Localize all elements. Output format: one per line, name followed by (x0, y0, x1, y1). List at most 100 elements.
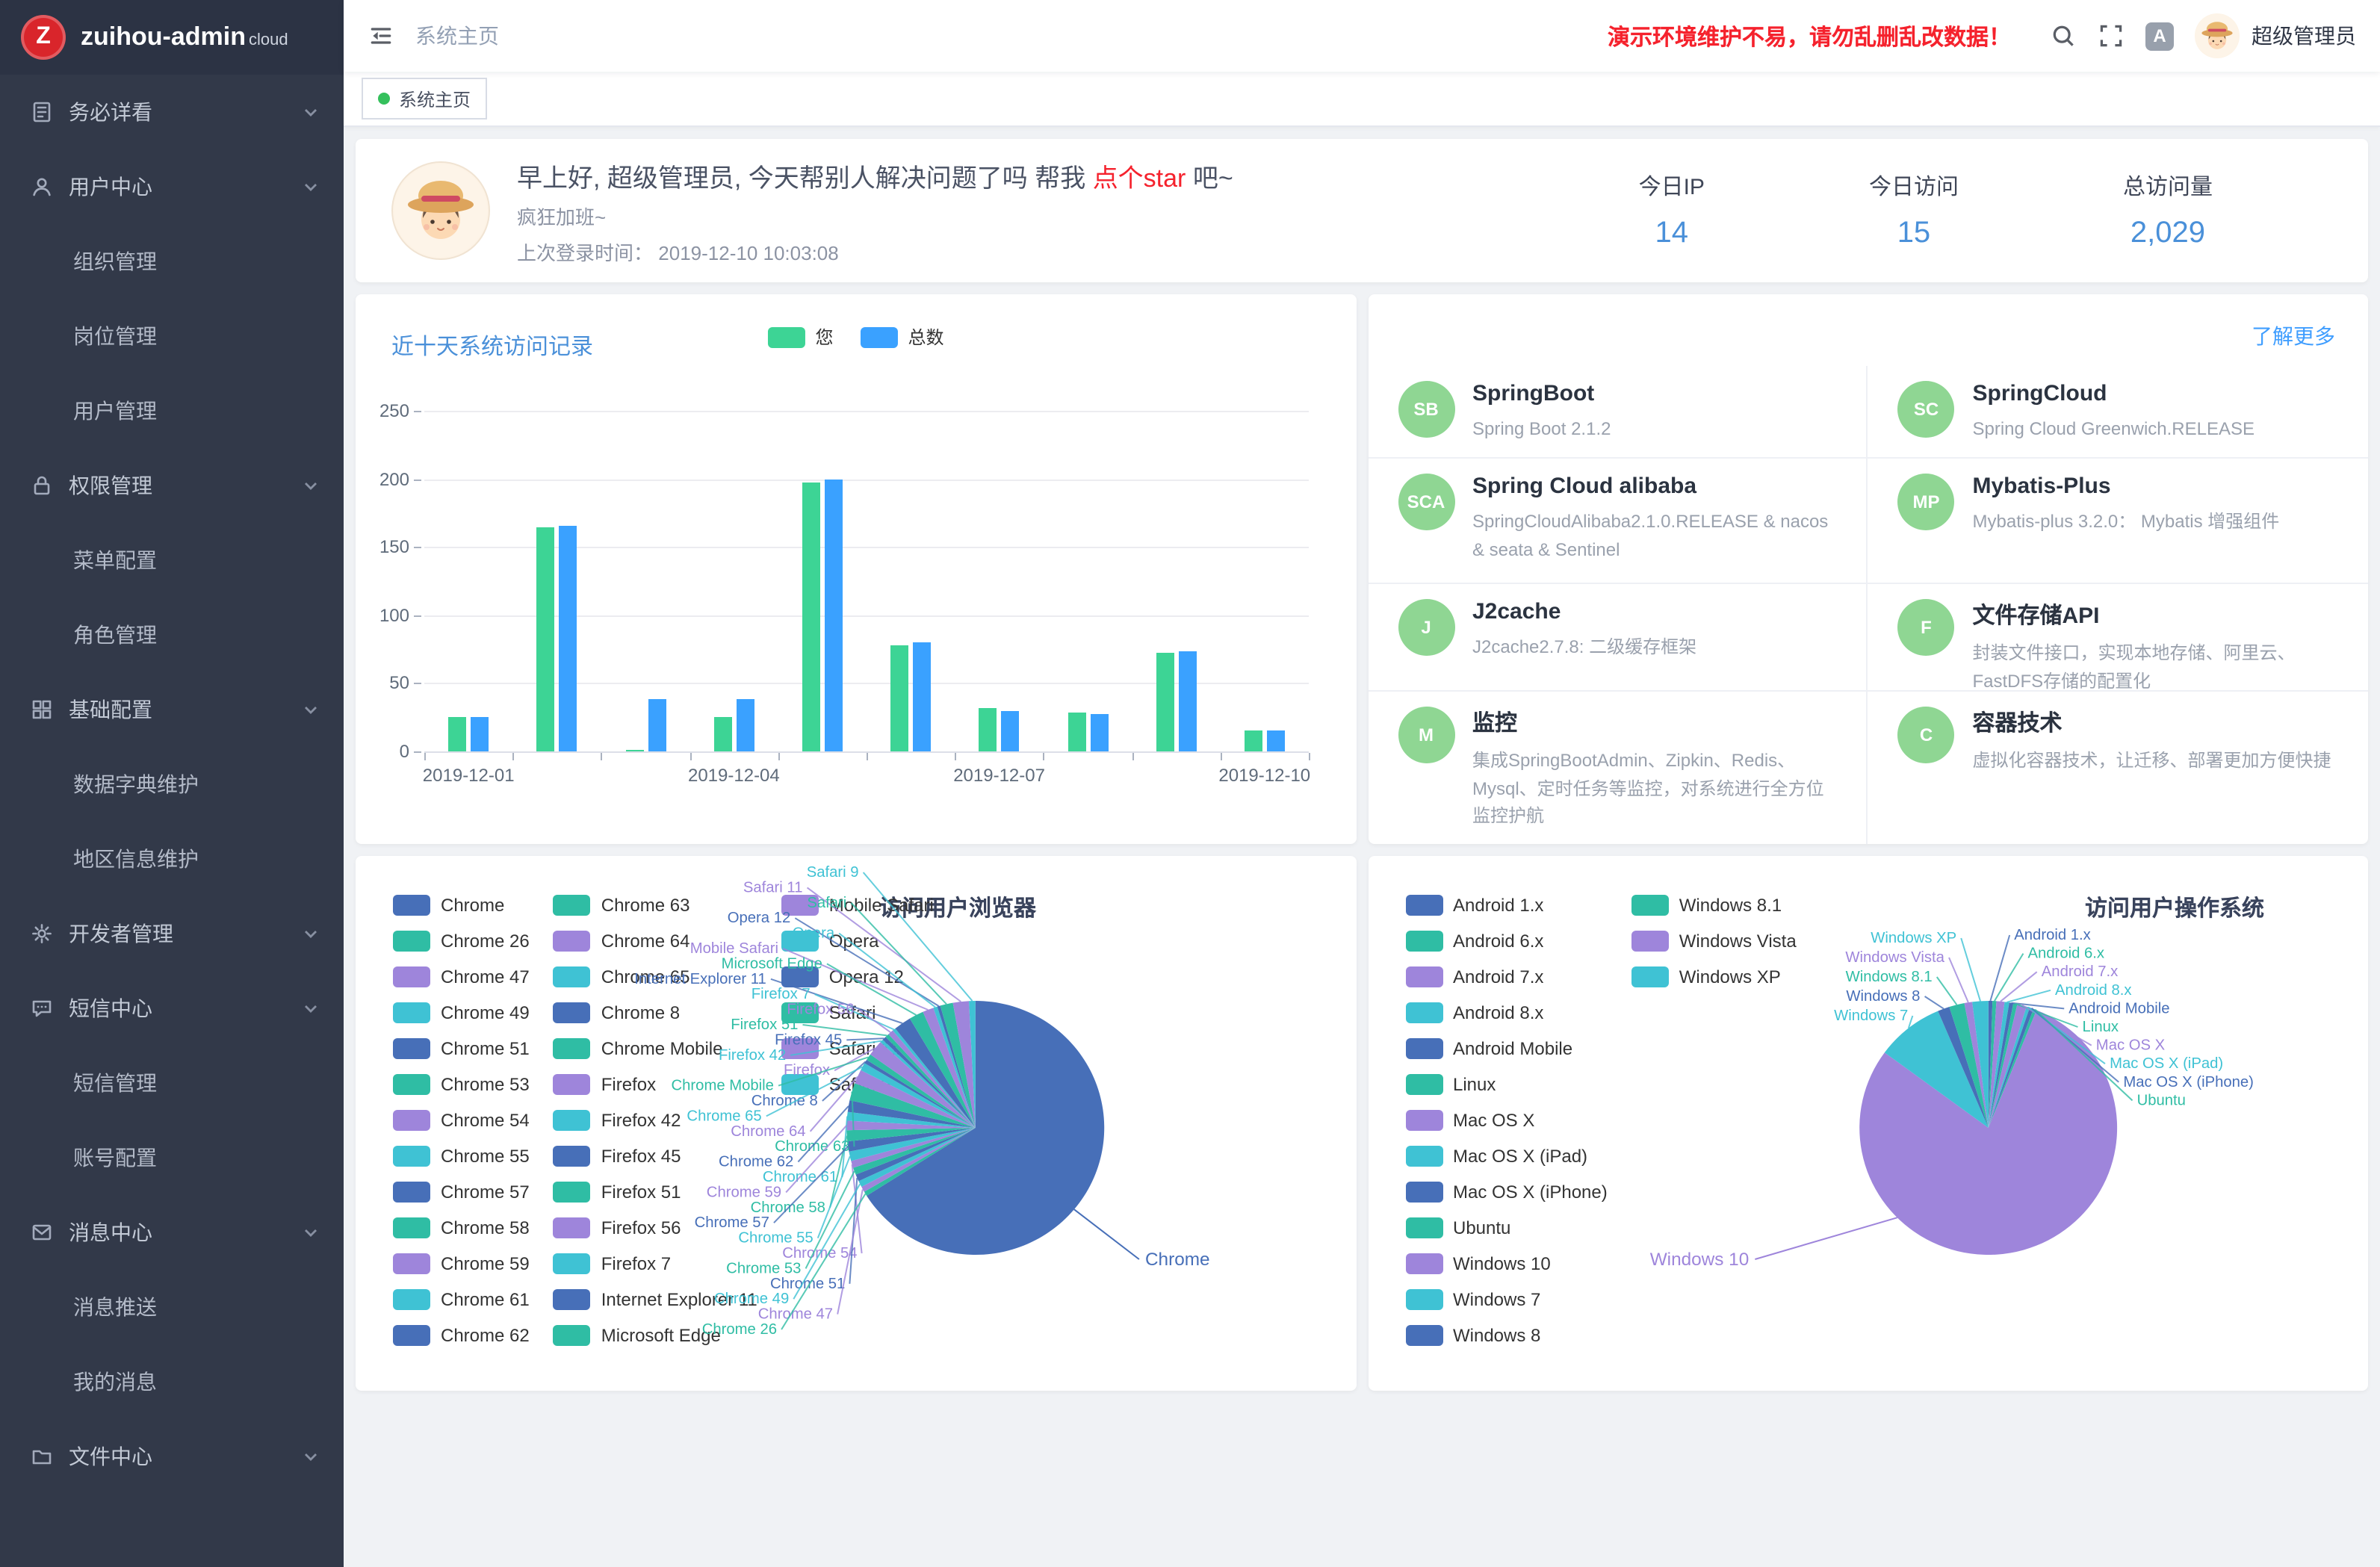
legend-item[interactable]: Chrome 58 (393, 1217, 530, 1238)
legend-item[interactable]: Windows 8.1 (1631, 895, 1797, 916)
legend-item[interactable]: Chrome 49 (393, 1002, 530, 1023)
bar-总数 (1090, 715, 1108, 751)
sidebar-subitem-2-1[interactable]: 角色管理 (0, 598, 344, 672)
legend-item[interactable]: Chrome Mobile (554, 1038, 757, 1059)
legend-item[interactable]: Firefox 51 (554, 1182, 757, 1203)
tech-desc: Mybatis-plus 3.2.0： Mybatis 增强组件 (1973, 508, 2280, 536)
tech-title: 监控 (1472, 707, 1837, 738)
sidebar-item-1[interactable]: 用户中心 (0, 149, 344, 224)
legend-item[interactable]: Mobile Safari (781, 895, 934, 916)
legend-item[interactable]: Firefox 7 (554, 1253, 757, 1274)
legend-swatch (1405, 1253, 1442, 1274)
legend-swatch (1405, 1074, 1442, 1095)
legend-item[interactable]: Android 7.x (1405, 966, 1608, 987)
sidebar-subitem-1-1[interactable]: 岗位管理 (0, 299, 344, 373)
legend-item[interactable]: Mac OS X (iPad) (1405, 1146, 1608, 1167)
legend-item[interactable]: Firefox (554, 1074, 757, 1095)
bar-chart-legend: 您 总数 (767, 324, 943, 350)
legend-item[interactable]: Chrome 55 (393, 1146, 530, 1167)
legend-item[interactable]: Safari (781, 1002, 934, 1023)
legend-label: Windows 8 (1453, 1325, 1540, 1346)
legend-item[interactable]: Opera (781, 931, 934, 952)
legend-item[interactable]: Chrome 63 (554, 895, 757, 916)
last-login: 上次登录时间： 2019-12-10 10:03:08 (517, 237, 1233, 265)
legend-item[interactable]: Chrome 62 (393, 1325, 530, 1346)
legend-item[interactable]: Windows 8 (1405, 1325, 1608, 1346)
legend-item[interactable]: Windows 7 (1405, 1289, 1608, 1310)
avatar (2195, 13, 2240, 58)
legend-item[interactable]: Chrome 53 (393, 1074, 530, 1095)
legend-item[interactable]: Chrome 8 (554, 1002, 757, 1023)
legend-item[interactable]: Chrome 57 (393, 1182, 530, 1203)
sidebar-subitem-5-0[interactable]: 短信管理 (0, 1046, 344, 1120)
legend-item[interactable]: Opera 12 (781, 966, 934, 987)
tech-badge: SB (1398, 381, 1454, 438)
legend-item[interactable]: Safari 9 (781, 1074, 934, 1095)
stat-item: 今日IP14 (1639, 170, 1705, 251)
legend-item[interactable]: Windows 10 (1405, 1253, 1608, 1274)
sidebar-subitem-3-1[interactable]: 地区信息维护 (0, 822, 344, 896)
tech-item: SCASpring Cloud alibabaSpringCloudAlibab… (1368, 459, 1868, 584)
legend-item[interactable]: Firefox 56 (554, 1217, 757, 1238)
legend-item[interactable]: Safari 11 (781, 1038, 934, 1059)
legend-item[interactable]: Chrome 65 (554, 966, 757, 987)
sidebar-item-5[interactable]: 短信中心 (0, 971, 344, 1046)
legend-item[interactable]: 您 (767, 324, 833, 350)
sidebar-subitem-3-0[interactable]: 数据字典维护 (0, 747, 344, 822)
legend-item[interactable]: Ubuntu (1405, 1217, 1608, 1238)
tech-title: SpringCloud (1973, 381, 2255, 406)
hamburger-icon[interactable] (368, 22, 394, 49)
more-link[interactable]: 了解更多 (2252, 321, 2335, 351)
app-logo[interactable]: Z zuihou-admincloud (0, 0, 344, 75)
sidebar-item-3[interactable]: 基础配置 (0, 672, 344, 747)
sidebar-item-2[interactable]: 权限管理 (0, 448, 344, 523)
legend-item[interactable]: Internet Explorer 11 (554, 1289, 757, 1310)
tab-0[interactable]: 系统主页 (362, 78, 487, 120)
legend-item[interactable]: Android 8.x (1405, 1002, 1608, 1023)
sidebar-subitem-2-0[interactable]: 菜单配置 (0, 523, 344, 598)
sidebar-subitem-5-1[interactable]: 账号配置 (0, 1120, 344, 1195)
legend-item[interactable]: Android Mobile (1405, 1038, 1608, 1059)
breadcrumb[interactable]: 系统主页 (415, 21, 499, 51)
fullscreen-icon[interactable] (2098, 22, 2125, 49)
legend-item[interactable]: Chrome (393, 895, 530, 916)
pies-row: 访问用户浏览器 ChromeChrome 26Chrome 47Chrome 4… (356, 856, 2368, 1391)
legend-item[interactable]: Chrome 54 (393, 1110, 530, 1131)
sidebar-subitem-1-2[interactable]: 用户管理 (0, 373, 344, 448)
sidebar-item-0[interactable]: 务必详看 (0, 75, 344, 149)
sidebar-subitem-6-0[interactable]: 消息推送 (0, 1270, 344, 1344)
legend-item[interactable]: Chrome 59 (393, 1253, 530, 1274)
legend-item[interactable]: Android 1.x (1405, 895, 1608, 916)
legend-swatch (861, 326, 898, 347)
user-menu[interactable]: 超级管理员 (2195, 13, 2356, 58)
legend-item[interactable]: Mac OS X (iPhone) (1405, 1182, 1608, 1203)
legend-item[interactable]: Mac OS X (1405, 1110, 1608, 1131)
legend-item[interactable]: Firefox 45 (554, 1146, 757, 1167)
sidebar-item-4[interactable]: 开发者管理 (0, 896, 344, 971)
legend-item[interactable]: Linux (1405, 1074, 1608, 1095)
legend-item[interactable]: Firefox 42 (554, 1110, 757, 1131)
legend-item[interactable]: Windows Vista (1631, 931, 1797, 952)
legend-item[interactable]: Chrome 51 (393, 1038, 530, 1059)
legend-item[interactable]: 总数 (861, 324, 944, 350)
search-icon[interactable] (2050, 22, 2077, 49)
legend-item[interactable]: Android 6.x (1405, 931, 1608, 952)
sidebar-item-6[interactable]: 消息中心 (0, 1195, 344, 1270)
legend-swatch (781, 1074, 819, 1095)
sidebar-subitem-1-0[interactable]: 组织管理 (0, 224, 344, 299)
star-link[interactable]: 点个star (1093, 164, 1186, 192)
legend-item[interactable]: Microsoft Edge (554, 1325, 757, 1346)
legend-swatch (1405, 1325, 1442, 1346)
bar-groups (424, 411, 1309, 751)
legend-item[interactable]: Chrome 64 (554, 931, 757, 952)
legend-item[interactable]: Chrome 61 (393, 1289, 530, 1310)
legend-item[interactable]: Chrome 47 (393, 966, 530, 987)
legend-swatch (767, 326, 805, 347)
legend-swatch (393, 1146, 430, 1167)
legend-item[interactable]: Chrome 26 (393, 931, 530, 952)
legend-item[interactable]: Windows XP (1631, 966, 1797, 987)
sidebar-subitem-6-1[interactable]: 我的消息 (0, 1344, 344, 1419)
sidebar-item-7[interactable]: 文件中心 (0, 1419, 344, 1494)
font-size-icon[interactable]: A (2145, 22, 2174, 50)
bar-您 (890, 645, 908, 751)
